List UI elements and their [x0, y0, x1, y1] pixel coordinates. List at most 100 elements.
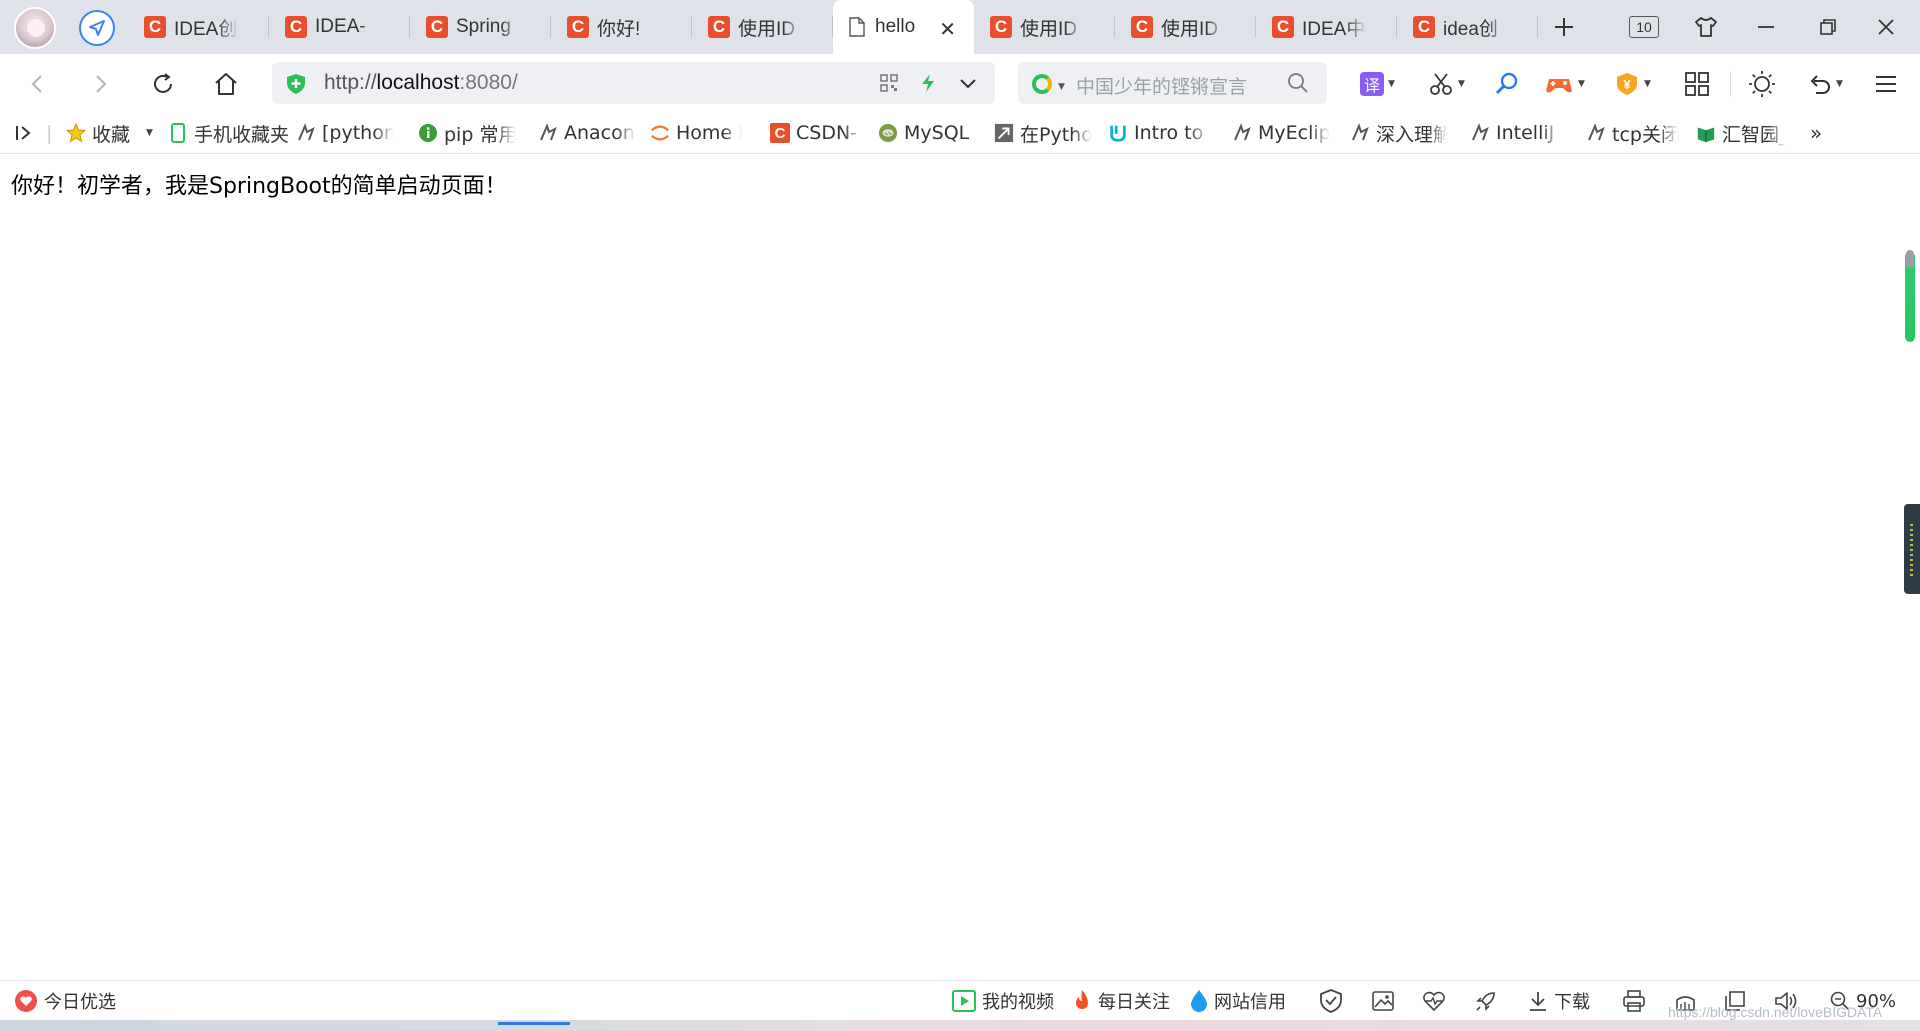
- tab-shiyong-3[interactable]: C 使用ID: [1115, 0, 1256, 54]
- bookmark-myeclipse[interactable]: MyEclip: [1232, 112, 1330, 154]
- bookmark-label: 深入理解: [1376, 123, 1448, 146]
- rocket-icon[interactable]: [1474, 981, 1498, 1021]
- bookmark-anaconda[interactable]: Anacon: [538, 112, 636, 154]
- bookmark-pip[interactable]: pip 常用: [418, 112, 516, 154]
- brightness-button[interactable]: [1748, 66, 1776, 102]
- bookmark-label: CSDN-: [796, 122, 858, 144]
- bookmark-logo-icon: [296, 123, 316, 143]
- health-heart-icon[interactable]: [1422, 981, 1446, 1021]
- tab-idea-2[interactable]: C IDEA-: [269, 0, 410, 54]
- bookmark-favorites[interactable]: 收藏 ▼: [66, 112, 153, 154]
- tab-shiyong-2[interactable]: C 使用ID: [974, 0, 1115, 54]
- security-shield-icon[interactable]: [286, 73, 306, 95]
- tab-hello-active[interactable]: hello ✕: [833, 0, 974, 54]
- tab-idea-3[interactable]: C IDEA中: [1256, 0, 1397, 54]
- site-credit-label: 网站信用: [1214, 992, 1286, 1013]
- bookmark-intro[interactable]: Intro to: [1108, 112, 1210, 154]
- bookmark-label: IntelliJ I: [1496, 122, 1560, 144]
- game-button[interactable]: ▼: [1544, 66, 1585, 102]
- skin-shirt-icon[interactable]: [1688, 0, 1724, 54]
- forward-icon[interactable]: [82, 66, 118, 102]
- site-credit-button[interactable]: 网站信用: [1190, 981, 1286, 1021]
- qr-code-icon[interactable]: [880, 74, 898, 92]
- window-close-icon[interactable]: [1866, 0, 1906, 54]
- new-tab-plus-icon[interactable]: [1546, 0, 1582, 54]
- bookmark-huizhiyuan[interactable]: 汇智园_: [1696, 112, 1786, 154]
- bookmark-pytho[interactable]: 在Pytho: [994, 112, 1092, 154]
- chevron-down-icon[interactable]: [958, 73, 978, 93]
- search-box[interactable]: ▼ 中国少年的铿锵宣言: [1018, 62, 1327, 104]
- tab-spring[interactable]: C Spring: [410, 0, 551, 54]
- bookmark-label: 收藏: [92, 123, 131, 146]
- bookmark-label: [python]: [322, 122, 394, 144]
- bookmarks-more-button[interactable]: »: [1810, 112, 1822, 154]
- bookmark-shenru[interactable]: 深入理解: [1350, 112, 1448, 154]
- home-icon[interactable]: [208, 66, 244, 102]
- search-icon[interactable]: [1287, 72, 1309, 94]
- address-bar[interactable]: http://localhost:8080/: [272, 62, 995, 104]
- image-icon[interactable]: [1372, 981, 1394, 1021]
- page-body-text: 你好！初学者，我是SpringBoot的简单启动页面！: [11, 174, 507, 199]
- tab-count-button[interactable]: 10: [1626, 0, 1662, 54]
- today-picks-button[interactable]: 今日优选: [14, 981, 116, 1021]
- tab-idea-4[interactable]: C idea创: [1397, 0, 1538, 54]
- bookmark-label: tcp关闭: [1612, 123, 1678, 146]
- chevron-down-icon: ▼: [1388, 79, 1395, 89]
- bookmark-python[interactable]: [python]: [296, 112, 394, 154]
- screenshot-button[interactable]: ▼: [1428, 66, 1465, 102]
- tab-idea-1[interactable]: C IDEA创: [128, 0, 269, 54]
- svg-text:¥: ¥: [1623, 77, 1631, 92]
- back-icon[interactable]: [20, 66, 56, 102]
- printer-icon[interactable]: [1622, 981, 1646, 1021]
- sidebar-toggle-icon[interactable]: [14, 112, 34, 154]
- bookmark-csdn[interactable]: C CSDN-: [770, 112, 862, 154]
- search-placeholder: 中国少年的铿锵宣言: [1076, 76, 1248, 98]
- bookmark-mysql[interactable]: </> MySQL: [878, 112, 969, 154]
- undo-button[interactable]: ▼: [1806, 66, 1843, 102]
- phone-icon: [168, 123, 188, 143]
- taskbar-active-indicator: [498, 1022, 570, 1025]
- daily-follow-button[interactable]: 每日关注: [1072, 981, 1170, 1021]
- apps-grid-button[interactable]: [1684, 66, 1710, 102]
- undo-icon: [1810, 75, 1830, 94]
- refresh-icon[interactable]: [145, 66, 181, 102]
- bookmark-intellij[interactable]: IntelliJ I: [1470, 112, 1560, 154]
- url-host: localhost: [376, 71, 460, 94]
- water-drop-icon: [1190, 989, 1208, 1013]
- close-icon[interactable]: ✕: [939, 17, 956, 41]
- translate-button[interactable]: 译 ▼: [1360, 66, 1395, 102]
- magnifier-icon: [1495, 72, 1518, 95]
- bookmark-mobile[interactable]: 手机收藏夹: [168, 112, 289, 154]
- send-icon[interactable]: [79, 10, 115, 46]
- bookmark-tcp[interactable]: tcp关闭: [1586, 112, 1678, 154]
- restore-icon[interactable]: [1810, 0, 1846, 54]
- my-video-button[interactable]: 我的视频: [952, 981, 1054, 1021]
- daily-follow-label: 每日关注: [1098, 992, 1170, 1013]
- tab-list: C IDEA创 C IDEA- C Spring C 你好! C 使用ID he…: [128, 0, 1538, 54]
- security-shield-status-icon[interactable]: [1320, 981, 1342, 1021]
- bookmark-home[interactable]: Home P: [650, 112, 742, 154]
- menu-button[interactable]: [1874, 66, 1898, 102]
- magnifier-tool-button[interactable]: [1494, 66, 1520, 102]
- document-icon: [849, 17, 865, 37]
- minimize-icon[interactable]: [1748, 0, 1784, 54]
- download-button[interactable]: 下载: [1528, 981, 1590, 1021]
- chevron-down-icon: ▼: [1836, 79, 1843, 89]
- today-picks-label: 今日优选: [44, 992, 116, 1013]
- cashback-button[interactable]: ¥ ▼: [1614, 66, 1651, 102]
- tab-nihao[interactable]: C 你好!: [551, 0, 692, 54]
- url-text[interactable]: http://localhost:8080/: [324, 71, 518, 95]
- bookmark-label: 汇智园_: [1722, 123, 1786, 146]
- lightning-icon[interactable]: [920, 73, 936, 93]
- csdn-icon: C: [990, 16, 1012, 38]
- my-video-label: 我的视频: [982, 992, 1054, 1013]
- tab-shiyong-1[interactable]: C 使用ID: [692, 0, 833, 54]
- search-engine-dropdown-icon[interactable]: ▼: [1058, 82, 1065, 92]
- search-engine-icon[interactable]: [1032, 74, 1052, 94]
- url-port-path: :8080/: [459, 71, 518, 94]
- chevron-down-icon: ▼: [1578, 79, 1585, 89]
- user-avatar[interactable]: [14, 7, 56, 49]
- bookmark-logo-icon: [1350, 123, 1370, 143]
- yuan-shield-icon: ¥: [1617, 73, 1637, 95]
- side-widget-dark[interactable]: [1904, 504, 1920, 594]
